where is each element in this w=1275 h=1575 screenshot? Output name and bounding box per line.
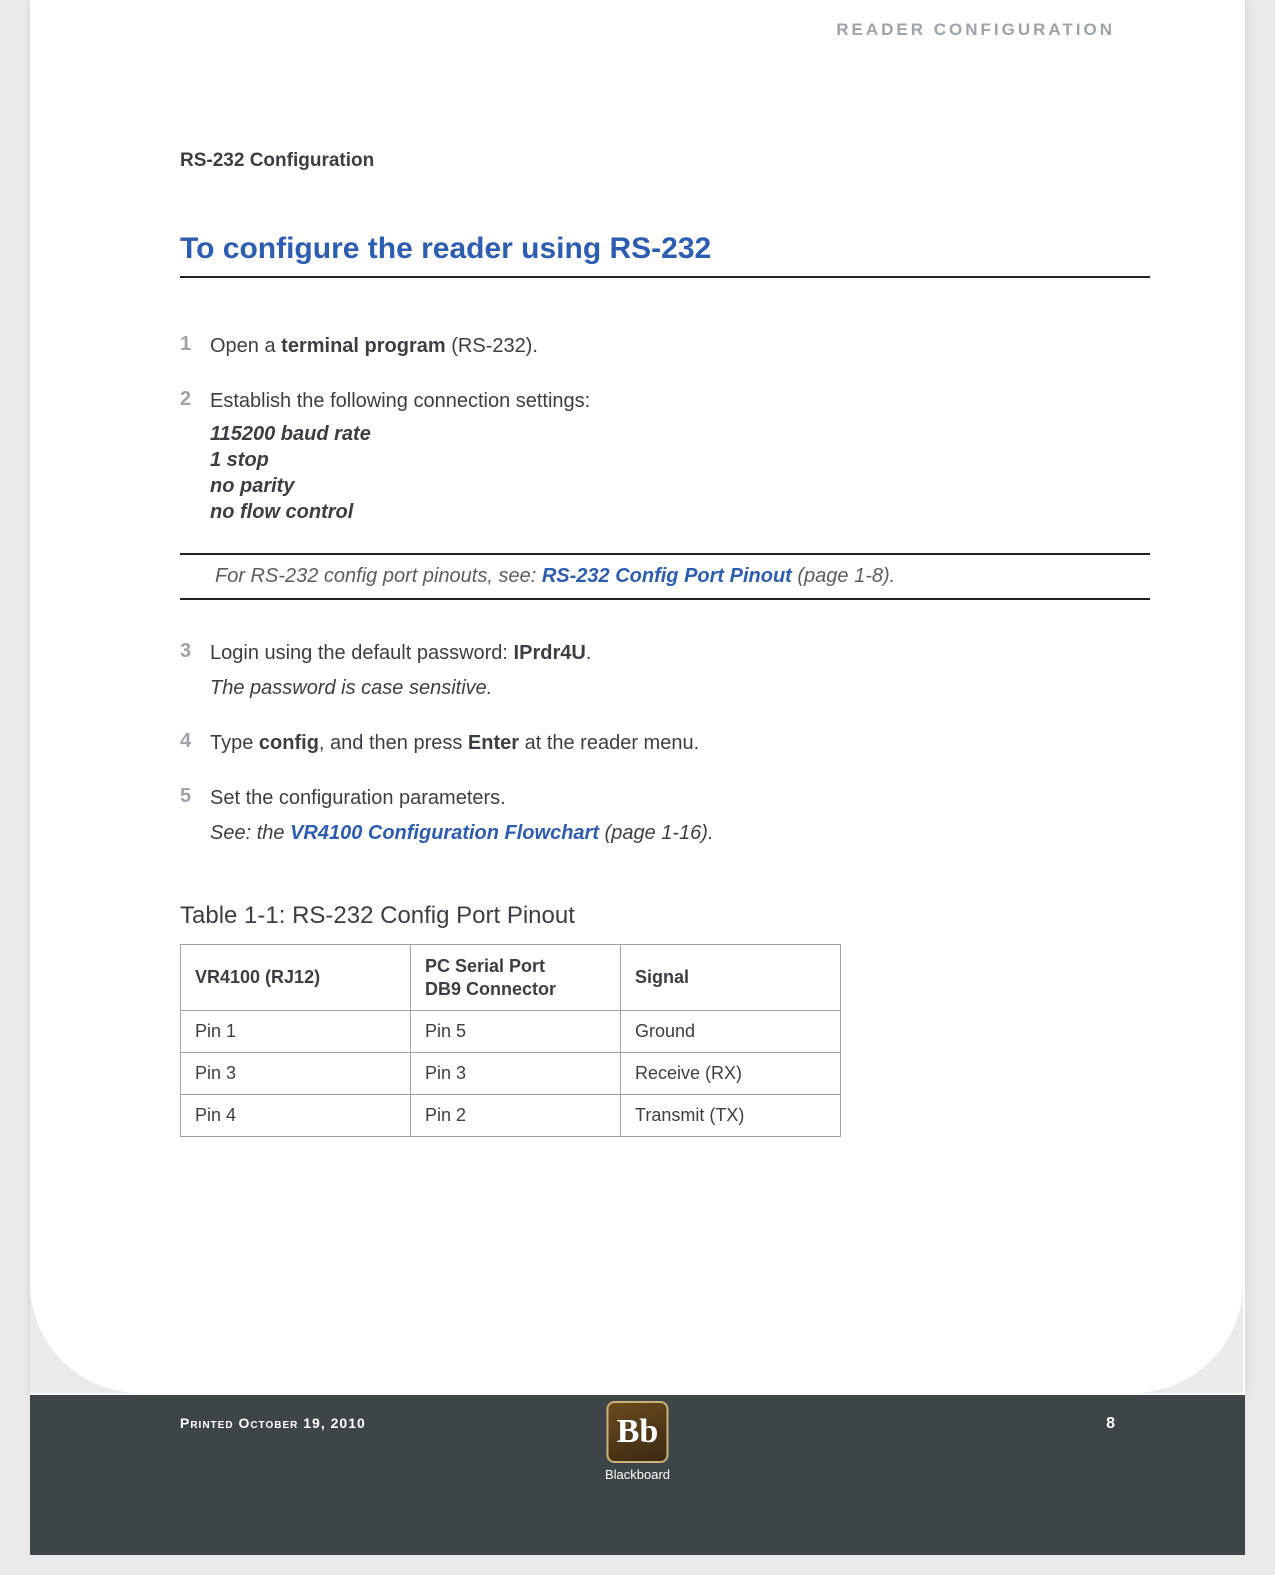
step-number: 5	[180, 785, 210, 847]
table-cell: Transmit (TX)	[621, 1095, 841, 1137]
blackboard-logo: Bb Blackboard	[605, 1401, 670, 1482]
note-text: For RS-232 config port pinouts, see:	[215, 565, 542, 587]
text: Type	[210, 732, 259, 754]
step-1: 1 Open a terminal program (RS-232).	[180, 333, 1150, 360]
step-5: 5 Set the configuration parameters. See:…	[180, 785, 1150, 847]
text: Set the configuration parameters.	[210, 787, 506, 809]
page-number: 8	[1106, 1415, 1115, 1433]
cross-ref-link[interactable]: VR4100 Configuration Flowchart	[290, 822, 599, 844]
setting-line: 115200 baud rate	[210, 421, 590, 447]
step-text: Login using the default password: IPrdr4…	[210, 640, 591, 702]
logo-tile-icon: Bb	[606, 1401, 668, 1463]
cross-ref-link[interactable]: RS-232 Config Port Pinout	[542, 565, 792, 587]
content-area: RS-232 Configuration To configure the re…	[180, 150, 1150, 1137]
header-line: PC Serial Port	[425, 956, 545, 976]
text: Establish the following connection setti…	[210, 390, 590, 412]
note-text: (page 1-8).	[792, 565, 895, 587]
running-header: READER CONFIGURATION	[836, 20, 1115, 40]
table-cell: Pin 2	[411, 1095, 621, 1137]
cross-ref-note: For RS-232 config port pinouts, see: RS-…	[180, 553, 1150, 600]
bold-text: IPrdr4U	[514, 642, 586, 664]
section-subhead: RS-232 Configuration	[180, 150, 1150, 172]
pinout-table: VR4100 (RJ12) PC Serial Port DB9 Connect…	[180, 944, 841, 1137]
table-cell: Pin 3	[411, 1053, 621, 1095]
step-number: 1	[180, 333, 210, 360]
table-cell: Pin 5	[411, 1011, 621, 1053]
text: , and then press	[319, 732, 468, 754]
bold-text: Enter	[468, 732, 519, 754]
bold-text: config	[259, 732, 319, 754]
table-cell: Pin 4	[181, 1095, 411, 1137]
table-cell: Ground	[621, 1011, 841, 1053]
step-4: 4 Type config, and then press Enter at t…	[180, 730, 1150, 757]
step-text: Establish the following connection setti…	[210, 388, 590, 525]
table-cell: Pin 3	[181, 1053, 411, 1095]
table-caption: Table 1-1: RS-232 Config Port Pinout	[180, 902, 1150, 930]
header-line: DB9 Connector	[425, 979, 556, 999]
see-note: See: the VR4100 Configuration Flowchart …	[210, 820, 714, 847]
step-3: 3 Login using the default password: IPrd…	[180, 640, 1150, 702]
text: (page 1-16).	[599, 822, 714, 844]
table-header-cell: PC Serial Port DB9 Connector	[411, 945, 621, 1011]
setting-line: no flow control	[210, 499, 590, 525]
step-text: Set the configuration parameters. See: t…	[210, 785, 714, 847]
logo-text: Blackboard	[605, 1467, 670, 1482]
print-date: Printed October 19, 2010	[180, 1415, 366, 1431]
text: .	[586, 642, 592, 664]
table-cell: Receive (RX)	[621, 1053, 841, 1095]
text: See: the	[210, 822, 290, 844]
text: at the reader menu.	[519, 732, 699, 754]
table-cell: Pin 1	[181, 1011, 411, 1053]
step-text: Type config, and then press Enter at the…	[210, 730, 699, 757]
text: Open a	[210, 335, 281, 357]
page: READER CONFIGURATION RS-232 Configuratio…	[30, 0, 1245, 1395]
footer-bar: Printed October 19, 2010 8 Bb Blackboard	[30, 1395, 1245, 1555]
table-header-cell: VR4100 (RJ12)	[181, 945, 411, 1011]
table-header-row: VR4100 (RJ12) PC Serial Port DB9 Connect…	[181, 945, 841, 1011]
step-number: 2	[180, 388, 210, 525]
setting-line: no parity	[210, 473, 590, 499]
table-row: Pin 1 Pin 5 Ground	[181, 1011, 841, 1053]
text: (RS-232).	[446, 335, 538, 357]
password-note: The password is case sensitive.	[210, 675, 591, 702]
step-text: Open a terminal program (RS-232).	[210, 333, 538, 360]
page-title: To configure the reader using RS-232	[180, 232, 1150, 278]
table-row: Pin 3 Pin 3 Receive (RX)	[181, 1053, 841, 1095]
setting-line: 1 stop	[210, 447, 590, 473]
table-row: Pin 4 Pin 2 Transmit (TX)	[181, 1095, 841, 1137]
table-header-cell: Signal	[621, 945, 841, 1011]
step-2: 2 Establish the following connection set…	[180, 388, 1150, 525]
step-number: 4	[180, 730, 210, 757]
text: Login using the default password:	[210, 642, 514, 664]
bold-text: terminal program	[281, 335, 445, 357]
step-number: 3	[180, 640, 210, 702]
connection-settings: 115200 baud rate 1 stop no parity no flo…	[210, 421, 590, 525]
